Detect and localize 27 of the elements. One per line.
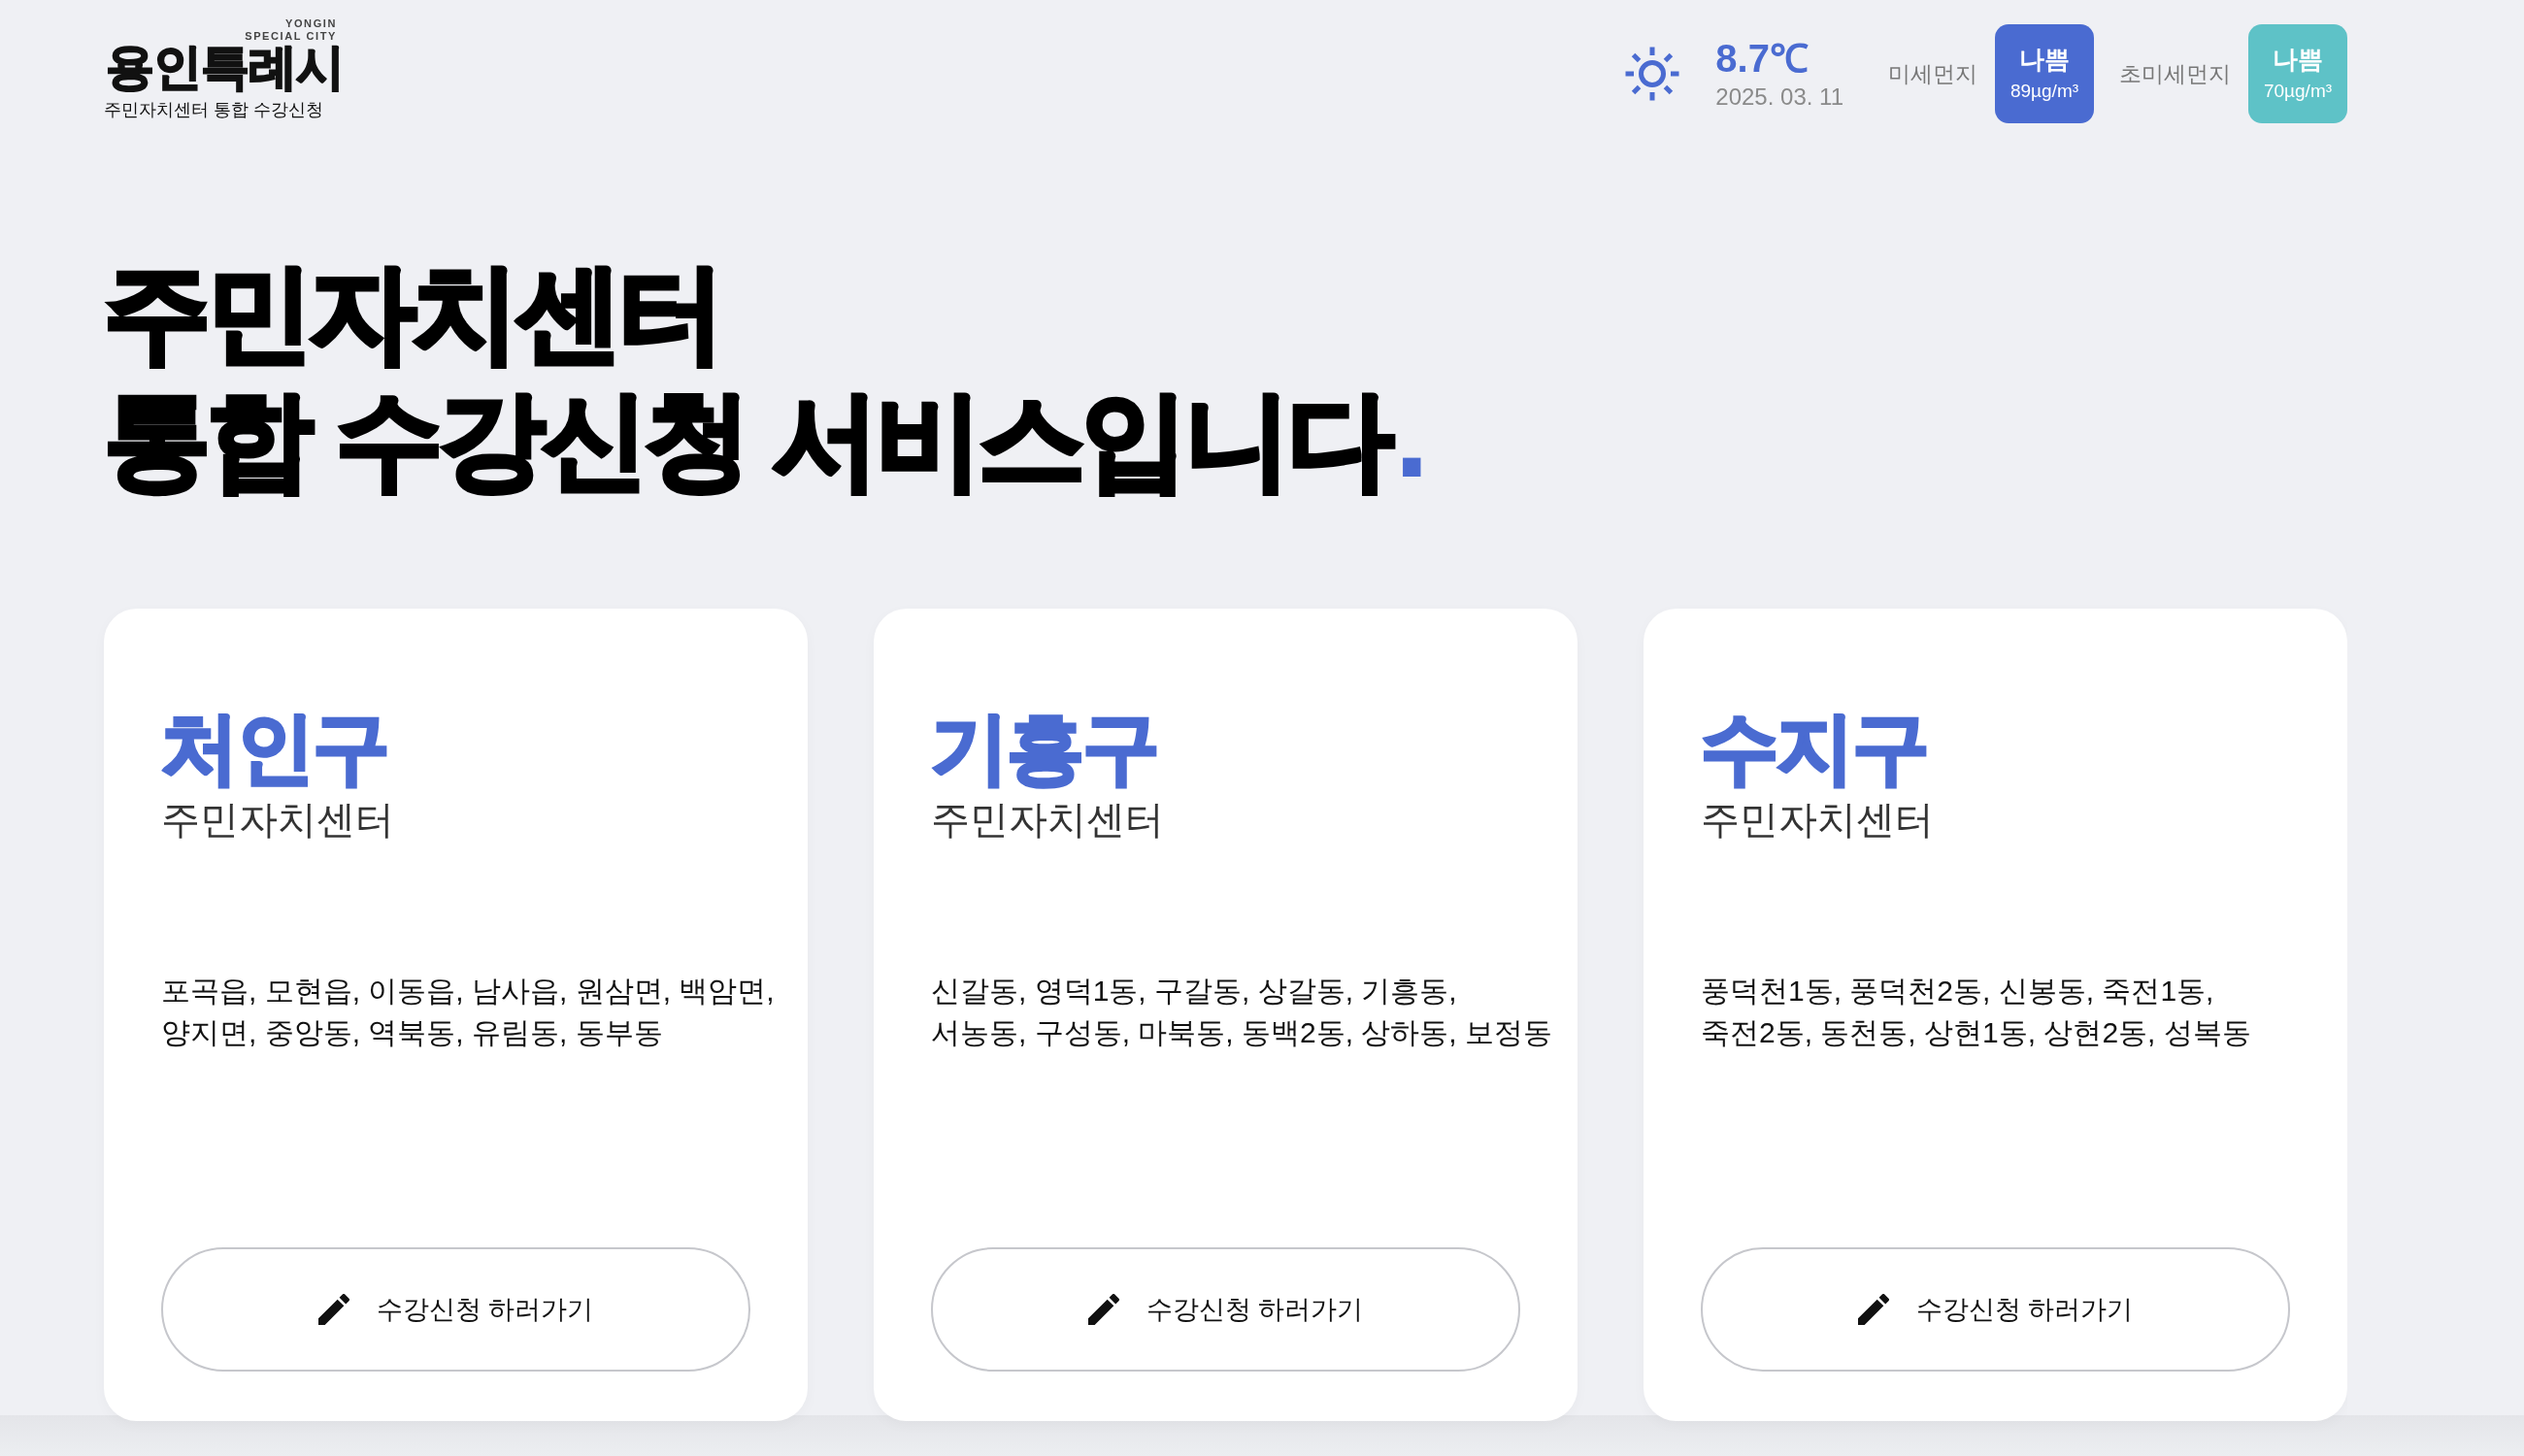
district-name: 수지구 xyxy=(1701,704,1929,793)
headline: 주민자치센터 통합 수강신청 서비스입니다. xyxy=(104,252,1427,500)
apply-button[interactable]: 수강신청 하러가기 xyxy=(1701,1247,2290,1372)
air-quality-reading: 70µg/m³ xyxy=(2263,80,2333,103)
area-list: 풍덕천1동, 풍덕천2동, 신봉동, 죽전1동, 죽전2동, 동천동, 상현1동, 상현2동, 성복동 xyxy=(1701,970,2251,1053)
logo-subtitle: 주민자치센터 통합 수강신청 xyxy=(104,99,323,120)
sun-icon xyxy=(1624,46,1681,102)
district-subtitle: 주민자치센터 xyxy=(931,797,1164,843)
area-list: 신갈동, 영덕1동, 구갈동, 상갈동, 기흥동, 서농동, 구성동, 마북동, 동백2동, 상하동, 보정동 xyxy=(931,970,1553,1053)
area-list: 포곡읍, 모현읍, 이동읍, 남사읍, 원삼면, 백암면, 양지면, 중앙동, 역북동, 유림동, 동부동 xyxy=(161,970,775,1053)
logo-english-text: YONGIN xyxy=(285,17,337,30)
apply-button[interactable]: 수강신청 하러가기 xyxy=(161,1247,750,1372)
district-subtitle: 주민자치센터 xyxy=(1701,797,1934,843)
air-quality-grade: 나쁨 xyxy=(2019,44,2070,75)
air-quality-label: 미세먼지 xyxy=(1888,59,1977,88)
pencil-icon xyxy=(1087,1294,1119,1325)
temperature-text: 8.7℃ xyxy=(1715,36,1810,81)
air-quality-reading: 89µg/m³ xyxy=(2009,80,2079,103)
pencil-icon xyxy=(317,1294,349,1325)
date-text: 2025. 03. 11 xyxy=(1715,83,1843,112)
pencil-icon xyxy=(1857,1294,1889,1325)
district-name: 기흥구 xyxy=(931,704,1159,793)
district-subtitle: 주민자치센터 xyxy=(161,797,394,843)
district-name: 처인구 xyxy=(161,704,389,793)
air-quality-label: 초미세먼지 xyxy=(2119,59,2231,88)
apply-button[interactable]: 수강신청 하러가기 xyxy=(931,1247,1520,1372)
air-quality-grade: 나쁨 xyxy=(2273,44,2323,75)
